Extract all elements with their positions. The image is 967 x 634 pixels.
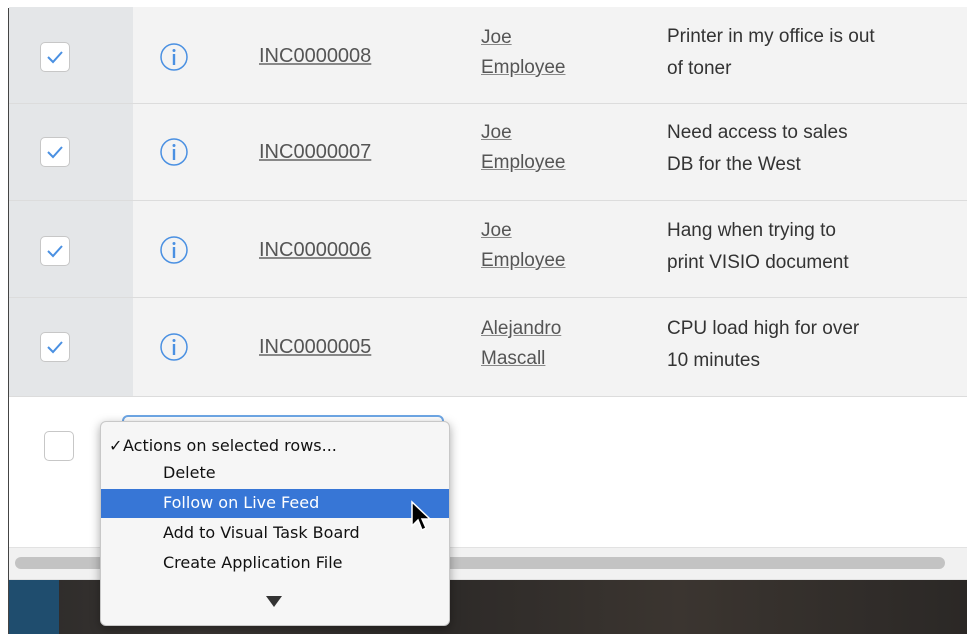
description-line: DB for the West (667, 154, 801, 175)
incident-number-link[interactable]: INC0000005 (259, 336, 371, 359)
incident-number-link[interactable]: INC0000007 (259, 141, 371, 164)
outer-margin-left (0, 0, 8, 634)
short-description: Printer in my office is out of toner (667, 21, 967, 85)
row-checkbox[interactable] (40, 236, 70, 266)
check-icon: ✓ (109, 436, 123, 455)
actions-dropdown-menu[interactable]: ✓ Actions on selected rows... Delete Fol… (100, 421, 450, 626)
checkbox-cell (9, 298, 133, 396)
description-line: of toner (667, 58, 732, 79)
incident-number-link[interactable]: INC0000006 (259, 239, 371, 262)
checkmark-icon (47, 341, 63, 354)
description-line: CPU load high for over (667, 318, 860, 339)
caller-link[interactable]: Joe Employee (481, 23, 566, 83)
menu-item-label: Add to Visual Task Board (163, 523, 360, 542)
caller-first-name: Alejandro (481, 318, 562, 339)
chevron-down-icon[interactable] (266, 596, 282, 607)
table-row[interactable]: INC0000005 Alejandro Mascall CPU load hi… (9, 298, 967, 397)
caller-last-name: Employee (481, 152, 566, 173)
menu-item-actions-title[interactable]: ✓ Actions on selected rows... (101, 432, 449, 460)
caller-link[interactable]: Joe Employee (481, 216, 566, 276)
menu-item-label: Actions on selected rows... (123, 436, 337, 455)
caller-link[interactable]: Alejandro Mascall (481, 314, 561, 374)
checkmark-icon (47, 51, 63, 64)
checkbox-cell (9, 7, 133, 103)
menu-item-label: Create Application File (163, 553, 343, 572)
description-line: print VISIO document (667, 252, 849, 273)
caller-first-name: Joe (481, 122, 512, 143)
description-line: Need access to sales (667, 122, 848, 143)
info-circle-icon[interactable] (159, 332, 189, 362)
row-checkbox[interactable] (40, 42, 70, 72)
description-line: 10 minutes (667, 350, 760, 371)
short-description: Hang when trying to print VISIO document (667, 215, 967, 279)
description-line: Hang when trying to (667, 220, 836, 241)
caller-link[interactable]: Joe Employee (481, 118, 566, 178)
caller-last-name: Employee (481, 250, 566, 271)
mouse-pointer-icon (411, 500, 432, 532)
caller-last-name: Mascall (481, 348, 546, 369)
description-line: Printer in my office is out (667, 26, 875, 47)
info-circle-icon[interactable] (159, 42, 189, 72)
info-circle-icon[interactable] (159, 137, 189, 167)
menu-item-label: Follow on Live Feed (163, 493, 320, 512)
incident-number-link[interactable]: INC0000008 (259, 45, 371, 68)
menu-item-add-visual-task-board[interactable]: Add to Visual Task Board (101, 519, 449, 547)
menu-item-label: Delete (163, 463, 216, 482)
table-row[interactable]: INC0000006 Joe Employee Hang when trying… (9, 201, 967, 298)
caller-last-name: Employee (481, 57, 566, 78)
checkbox-cell (9, 201, 133, 297)
checkmark-icon (47, 245, 63, 258)
caller-first-name: Joe (481, 27, 512, 48)
short-description: Need access to sales DB for the West (667, 117, 967, 181)
checkmark-icon (47, 146, 63, 159)
table-row[interactable]: INC0000007 Joe Employee Need access to s… (9, 104, 967, 201)
row-checkbox[interactable] (40, 332, 70, 362)
info-circle-icon[interactable] (159, 235, 189, 265)
checkbox-cell (9, 104, 133, 200)
select-all-checkbox[interactable] (44, 431, 74, 461)
desktop-accent (9, 580, 59, 634)
table-row[interactable]: INC0000008 Joe Employee Printer in my of… (9, 7, 967, 104)
caller-first-name: Joe (481, 220, 512, 241)
row-checkbox[interactable] (40, 137, 70, 167)
menu-item-create-application-file[interactable]: Create Application File (101, 549, 449, 577)
short-description: CPU load high for over 10 minutes (667, 313, 967, 377)
menu-item-follow-live-feed[interactable]: Follow on Live Feed (101, 489, 449, 518)
menu-item-delete[interactable]: Delete (101, 459, 449, 487)
